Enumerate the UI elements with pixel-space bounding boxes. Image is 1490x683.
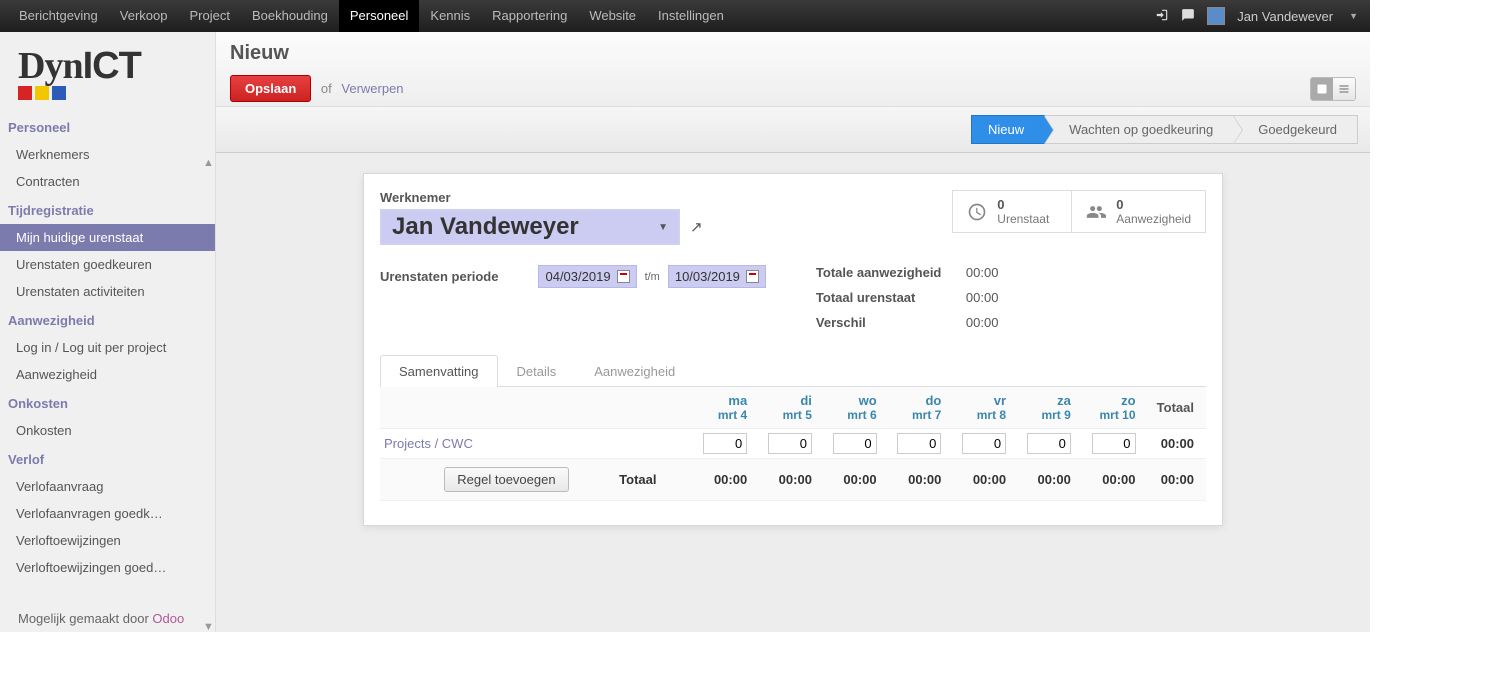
timesheet-grid: mamrt 4dimrt 5womrt 6domrt 7vrmrt 8zamrt… [380,387,1206,501]
login-icon[interactable] [1155,8,1169,25]
hour-input[interactable] [833,433,877,454]
tab-samenvatting[interactable]: Samenvatting [380,355,498,387]
nav-project[interactable]: Project [178,0,240,32]
sidebar-item[interactable]: Log in / Log uit per project [0,334,215,361]
date-to-input[interactable]: 10/03/2019 [668,265,766,288]
main-content: Nieuw Opslaan of Verwerpen NieuwWachten … [216,32,1370,632]
status-1[interactable]: Wachten op goedkeuring [1045,115,1234,144]
form-sheet: Werknemer Jan Vandeweyer▼ ↗ 0Urenstaat [363,173,1223,526]
tab-aanwezigheid[interactable]: Aanwezigheid [575,355,694,387]
chevron-down-icon: ▼ [658,222,668,233]
sidebar-group: Tijdregistratie [0,195,215,224]
stat-attendance[interactable]: 0Aanwezigheid [1072,190,1206,233]
hour-input[interactable] [897,433,941,454]
sidebar-group: Personeel [0,112,215,141]
user-menu[interactable]: Jan Vandewever ▼ [1155,7,1362,25]
chevron-down-icon: ▼ [1349,11,1358,21]
users-icon [1086,202,1106,222]
discard-link[interactable]: Verwerpen [341,81,403,96]
sidebar-item[interactable]: Verlofaanvragen goedk… [0,500,215,527]
table-row: Projects / CWC00:00 [380,429,1206,459]
sidebar-item[interactable]: Werknemers [0,141,215,168]
nav-boekhouding[interactable]: Boekhouding [241,0,339,32]
nav-personeel[interactable]: Personeel [339,0,420,32]
period-label: Urenstaten periode [380,269,498,284]
sidebar-item[interactable]: Mijn huidige urenstaat [0,224,215,251]
save-button[interactable]: Opslaan [230,75,311,102]
tab-details[interactable]: Details [498,355,576,387]
scroll-down-icon[interactable]: ▼ [203,622,213,632]
nav-website[interactable]: Website [578,0,647,32]
sidebar-item[interactable]: Onkosten [0,417,215,444]
nav-berichtgeving[interactable]: Berichtgeving [8,0,109,32]
employee-label: Werknemer [380,190,928,205]
sidebar-item[interactable]: Urenstaten goedkeuren [0,251,215,278]
sidebar-group: Aanwezigheid [0,305,215,334]
sidebar-group: Onkosten [0,388,215,417]
project-link[interactable]: Projects / CWC [380,429,686,459]
nav-kennis[interactable]: Kennis [419,0,481,32]
sidebar: ▲ ▼ DynICT PersoneelWerknemersContracten… [0,32,216,632]
page-title: Nieuw [230,42,1356,65]
status-bar: NieuwWachten op goedkeuringGoedgekeurd [971,115,1358,144]
hour-input[interactable] [768,433,812,454]
user-name: Jan Vandewever [1237,9,1333,24]
status-0[interactable]: Nieuw [971,115,1045,144]
sidebar-group: Verlof [0,444,215,473]
view-switcher [1310,77,1356,101]
clock-icon [967,202,987,222]
stat-timesheet[interactable]: 0Urenstaat [952,190,1072,233]
tabs: SamenvattingDetailsAanwezigheid [380,354,1206,387]
top-nav: BerichtgevingVerkoopProjectBoekhoudingPe… [0,0,1370,32]
avatar [1207,7,1225,25]
nav-verkoop[interactable]: Verkoop [109,0,179,32]
scroll-up-icon[interactable]: ▲ [203,158,213,168]
list-view-button[interactable] [1333,78,1355,100]
sidebar-item[interactable]: Contracten [0,168,215,195]
sidebar-item[interactable]: Verloftoewijzingen goed… [0,554,215,581]
hour-input[interactable] [703,433,747,454]
status-2[interactable]: Goedgekeurd [1234,115,1358,144]
employee-select[interactable]: Jan Vandeweyer▼ [380,209,680,245]
calendar-icon [617,270,630,283]
odoo-link[interactable]: Odoo [152,611,184,626]
table-footer: Regel toevoegen Totaal00:0000:0000:0000:… [380,459,1206,501]
logo: DynICT [0,32,215,112]
sidebar-item[interactable]: Verlofaanvraag [0,473,215,500]
hour-input[interactable] [1092,433,1136,454]
hour-input[interactable] [962,433,1006,454]
calendar-icon [746,270,759,283]
date-from-input[interactable]: 04/03/2019 [538,265,636,288]
add-line-button[interactable]: Regel toevoegen [444,467,568,492]
powered-by: Mogelijk gemaakt door Odoo [18,611,184,626]
nav-instellingen[interactable]: Instellingen [647,0,735,32]
nav-rapportering[interactable]: Rapportering [481,0,578,32]
chat-icon[interactable] [1181,8,1195,25]
sidebar-item[interactable]: Urenstaten activiteiten [0,278,215,305]
form-view-button[interactable] [1311,78,1333,100]
sidebar-item[interactable]: Verloftoewijzingen [0,527,215,554]
external-link-icon[interactable]: ↗ [690,218,703,236]
hour-input[interactable] [1027,433,1071,454]
sidebar-item[interactable]: Aanwezigheid [0,361,215,388]
